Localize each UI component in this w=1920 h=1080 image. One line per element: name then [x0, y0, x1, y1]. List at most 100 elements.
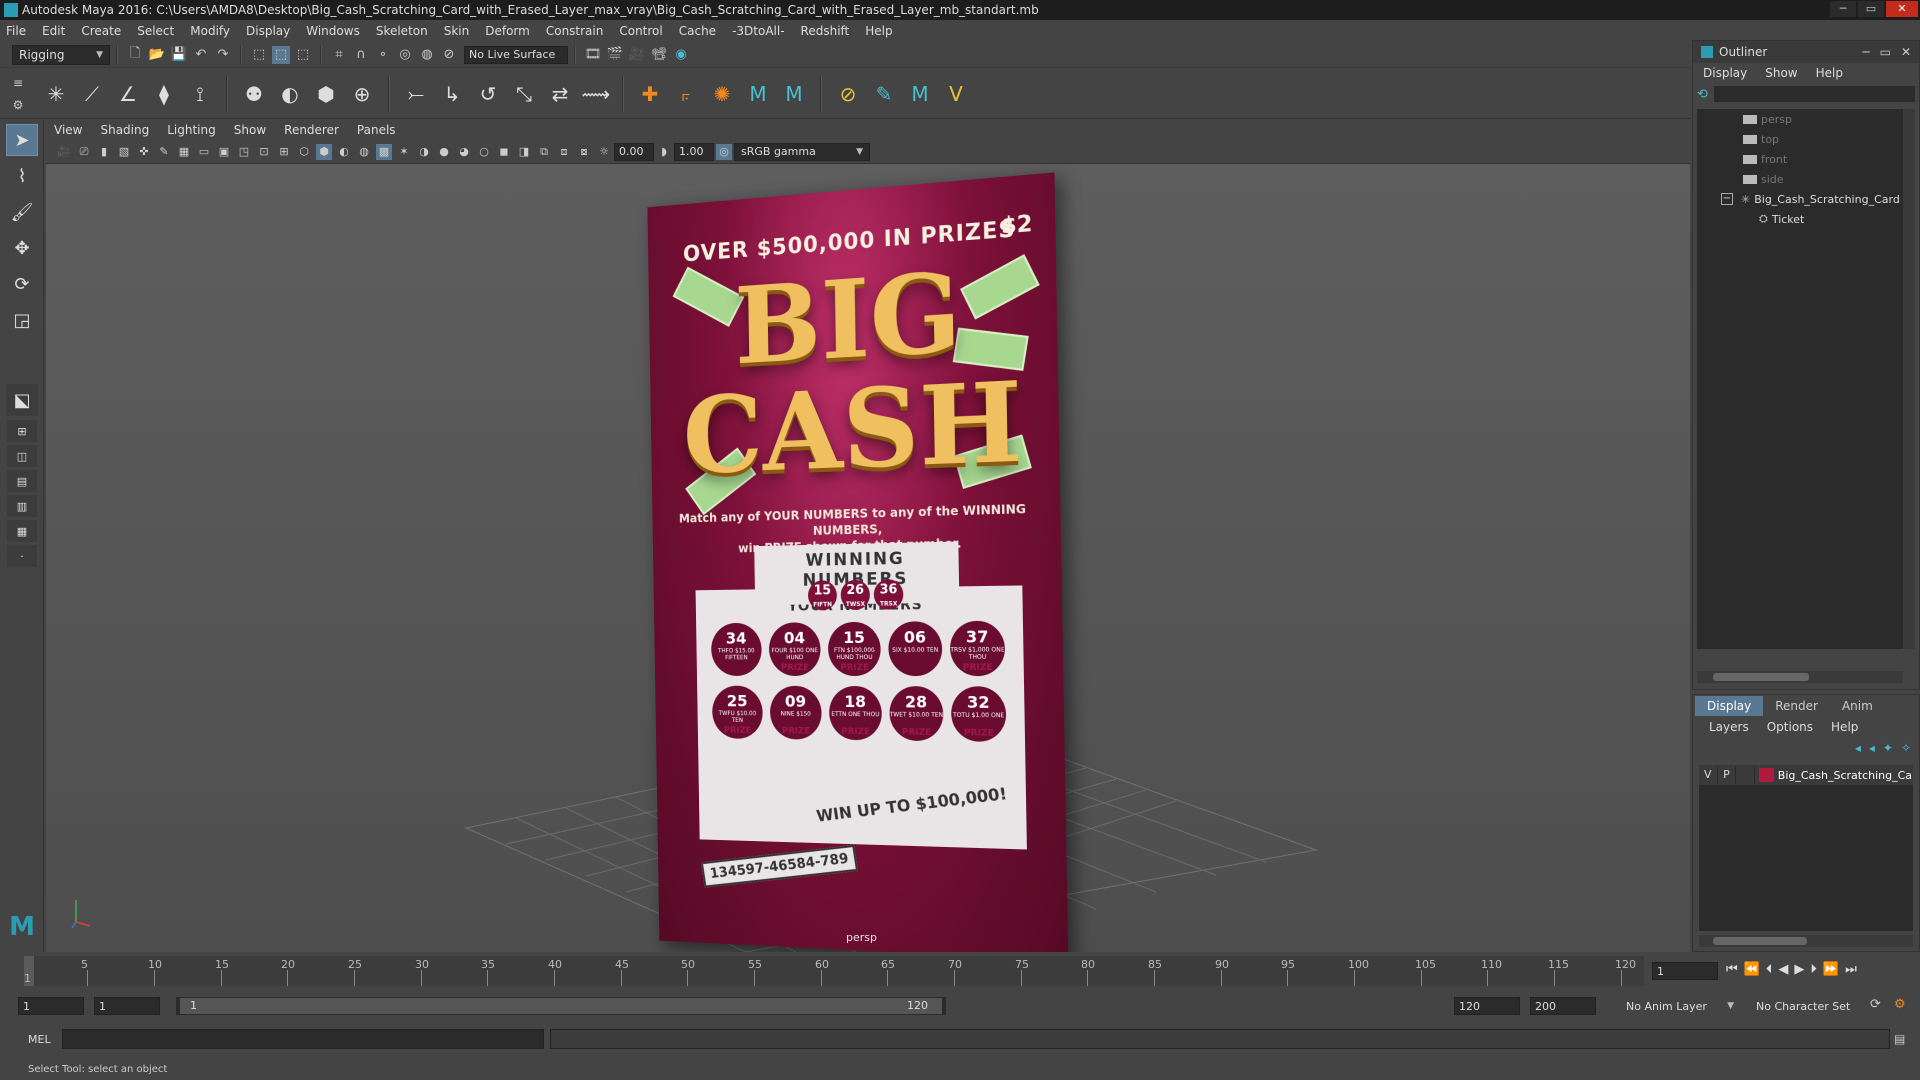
step-back-key-icon[interactable]: ⏴ [1766, 962, 1773, 977]
gate-mask-icon[interactable]: ◳ [236, 144, 252, 160]
menu-skeleton[interactable]: Skeleton [376, 24, 428, 38]
gamma-field[interactable]: 1.00 [674, 142, 714, 161]
character-set-dropdown[interactable]: No Character Set [1750, 997, 1866, 1015]
menu-3dtoall[interactable]: -3DtoAll- [732, 24, 784, 38]
film-gate-icon[interactable]: ▭ [196, 144, 212, 160]
exposure-icon[interactable]: ☼ [596, 144, 612, 160]
menu-skin[interactable]: Skin [444, 24, 470, 38]
persp-outliner-layout-icon[interactable]: ▤ [7, 470, 37, 492]
menu-set-dropdown[interactable]: Rigging ▼ [12, 44, 110, 65]
ik-spline-icon[interactable]: ∠ [113, 79, 143, 109]
view-transform-dropdown[interactable]: sRGB gamma ▼ [734, 142, 870, 161]
outliner-vertical-scrollbar[interactable] [1903, 109, 1915, 649]
vp-menu-show[interactable]: Show [234, 123, 266, 137]
menu-modify[interactable]: Modify [190, 24, 230, 38]
new-scene-icon[interactable]: 🗋 [126, 46, 144, 64]
snap-surface-icon[interactable]: ◍ [418, 46, 436, 64]
snap-point-icon[interactable]: ∘ [374, 46, 392, 64]
orient-joint-icon[interactable]: ⟟ [185, 79, 215, 109]
play-backwards-icon[interactable]: ◀ [1778, 962, 1788, 977]
rotate-tool-icon[interactable]: ⟳ [6, 268, 38, 300]
xray-active-icon[interactable]: ⧇ [576, 144, 592, 160]
minimize-button[interactable]: ─ [1830, 1, 1856, 17]
outliner-item-front[interactable]: front [1697, 149, 1903, 169]
outliner-menu-display[interactable]: Display [1703, 66, 1747, 80]
live-surface-field[interactable]: No Live Surface [464, 45, 568, 64]
layer-playback-toggle[interactable]: P [1718, 766, 1737, 784]
step-back-frame-icon[interactable]: ⏪ [1744, 962, 1760, 977]
vp-menu-renderer[interactable]: Renderer [284, 123, 339, 137]
redo-icon[interactable]: ↷ [214, 46, 232, 64]
anti-aliasing-icon[interactable]: ○ [476, 144, 492, 160]
script-language-label[interactable]: MEL [28, 1033, 62, 1046]
resolution-gate-icon[interactable]: ▣ [216, 144, 232, 160]
playback-start-field[interactable]: 1 [94, 997, 160, 1015]
menu-create[interactable]: Create [81, 24, 121, 38]
layer-menu-layers[interactable]: Layers [1709, 720, 1749, 734]
menu-cache[interactable]: Cache [679, 24, 716, 38]
lattice-icon[interactable]: ⬢ [311, 79, 341, 109]
bind-skin-icon[interactable]: ⚉ [239, 79, 269, 109]
camera-select-icon[interactable]: 🎥 [56, 144, 72, 160]
smooth-shade-icon[interactable]: ⬢ [316, 143, 332, 160]
scrollbar-thumb[interactable] [1713, 673, 1809, 681]
render-frame-icon[interactable]: 🎬 [606, 46, 624, 64]
auto-key-icon[interactable]: ⟳ [1870, 997, 1881, 1012]
range-bar[interactable]: 1 120 [176, 997, 946, 1015]
close-button[interactable]: ✕ [1886, 1, 1918, 17]
go-to-start-icon[interactable]: ⏮ [1726, 962, 1738, 977]
viewport-canvas[interactable]: OVER $500,000 IN PRIZES $2 BIG CASH Matc… [46, 164, 1690, 952]
parent-constraint-icon[interactable]: ⇄ [545, 79, 575, 109]
four-view-layout-icon[interactable]: ⊞ [7, 420, 37, 442]
textured-icon[interactable]: ▩ [376, 143, 392, 160]
shadows-icon[interactable]: ◑ [416, 144, 432, 160]
lasso-tool-icon[interactable]: ⌇ [6, 160, 38, 192]
refresh-icon[interactable]: ⟲ [1697, 87, 1708, 102]
camera-attributes-icon[interactable]: ⎚ [76, 144, 92, 160]
select-tool-icon[interactable]: ➤ [6, 124, 38, 156]
menu-file[interactable]: File [6, 24, 26, 38]
tab-display[interactable]: Display [1695, 696, 1764, 716]
new-empty-layer-icon[interactable]: ✦ [1883, 741, 1893, 755]
custom-layout-icon[interactable]: · [7, 545, 37, 567]
lights-icon[interactable]: ✶ [396, 144, 412, 160]
shelf-settings-icon[interactable]: ⚙ [13, 98, 24, 112]
snap-grid-icon[interactable]: ⌗ [330, 46, 348, 64]
save-scene-icon[interactable]: 💾 [170, 46, 188, 64]
blend-shape-icon[interactable]: ✺ [707, 79, 737, 109]
move-tool-icon[interactable]: ✥ [6, 232, 38, 264]
move-layer-up-icon[interactable]: ◂ [1855, 741, 1861, 755]
maya-plugin-icon[interactable]: M [905, 79, 935, 109]
vp-menu-panels[interactable]: Panels [357, 123, 396, 137]
field-chart-icon[interactable]: ⊡ [256, 144, 272, 160]
tab-anim[interactable]: Anim [1830, 696, 1885, 716]
hypershade-layout-icon[interactable]: ▦ [7, 520, 37, 542]
image-plane-icon[interactable]: ▧ [116, 144, 132, 160]
brush-icon[interactable]: ✎ [869, 79, 899, 109]
go-to-end-icon[interactable]: ⏭ [1845, 962, 1857, 977]
menu-deform[interactable]: Deform [485, 24, 530, 38]
script-editor-icon[interactable]: ▤ [1894, 1032, 1905, 1046]
exposure-field[interactable]: 0.00 [614, 142, 654, 161]
safe-action-icon[interactable]: ⊞ [276, 144, 292, 160]
gamma-icon[interactable]: ◗ [656, 144, 672, 160]
time-ruler[interactable]: 1 5 10 15 20 25 30 35 40 45 50 55 60 65 70 75 80 85 90 95 1… [24, 956, 1644, 986]
select-object-icon[interactable]: ⬚ [272, 45, 290, 64]
outliner-menu-help[interactable]: Help [1816, 66, 1843, 80]
layer-color-swatch[interactable] [1758, 768, 1774, 782]
ik-handle-icon[interactable]: ⟋ [77, 79, 107, 109]
shelf-menu-icon[interactable]: ≡ [13, 76, 23, 90]
outliner-menu-show[interactable]: Show [1765, 66, 1797, 80]
aim-constraint-icon[interactable]: ↳ [437, 79, 467, 109]
grid-icon[interactable]: ▦ [176, 144, 192, 160]
command-input[interactable] [62, 1029, 544, 1049]
outliner-item-side[interactable]: side [1697, 169, 1903, 189]
pole-vector-icon[interactable]: ⟿ [581, 79, 611, 109]
snap-curve-icon[interactable]: ∩ [352, 46, 370, 64]
range-thumb[interactable]: 1 120 [180, 998, 942, 1014]
collapse-toggle-icon[interactable]: − [1721, 193, 1733, 205]
hypershade-icon[interactable]: ◉ [672, 46, 690, 64]
layer-horizontal-scrollbar[interactable] [1699, 935, 1913, 947]
menu-display[interactable]: Display [246, 24, 290, 38]
snap-view-icon[interactable]: ◎ [396, 46, 414, 64]
